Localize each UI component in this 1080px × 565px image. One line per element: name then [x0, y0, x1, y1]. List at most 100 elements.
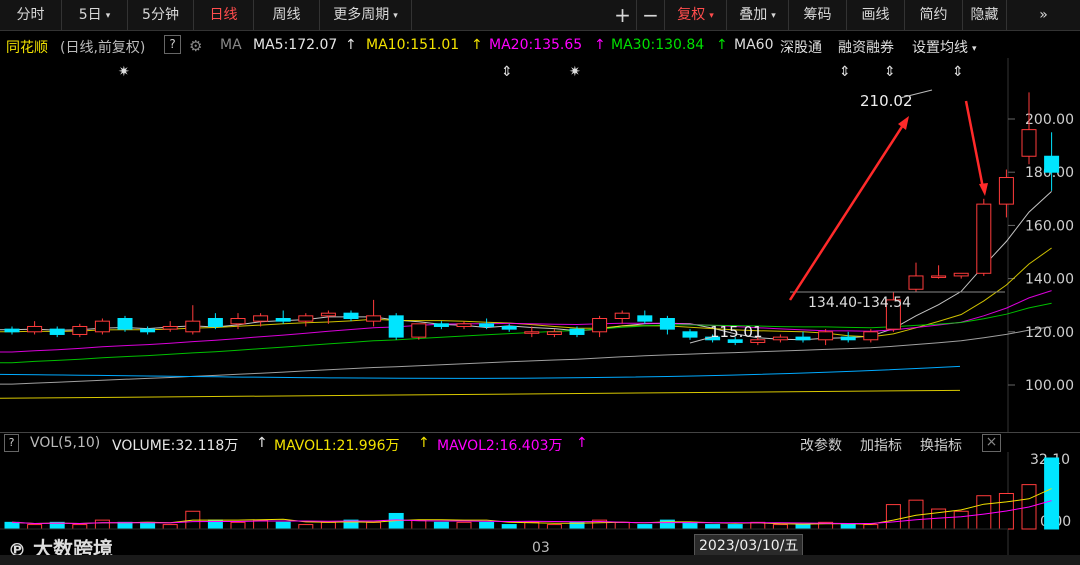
candle-body — [524, 331, 540, 334]
volume-bar — [94, 519, 110, 530]
ma-indicator-bar: 同花顺 (日线,前复权) ? ⚙ MA MA5:172.07 ↑ MA10:15… — [0, 33, 1080, 57]
volume-bar — [27, 524, 43, 530]
toolbar-button-2[interactable]: 复权 ▾ — [665, 0, 727, 30]
help-button[interactable]: ? — [164, 35, 181, 54]
tab-5[interactable]: 更多周期 ▾ — [320, 0, 412, 30]
tab-2[interactable]: 5分钟 — [128, 0, 194, 30]
volume-bar — [976, 495, 992, 530]
event-marker-icon: ⇕ — [952, 64, 964, 80]
settings-gear-icon[interactable]: ⚙ — [189, 37, 202, 55]
candle-body — [840, 336, 856, 341]
candle-body — [94, 320, 110, 333]
y-tick-label: 100.00 — [1025, 378, 1074, 394]
set-ma-button[interactable]: 设置均线 ▾ — [912, 37, 977, 57]
ma10-value: MA10:151.01 — [366, 37, 460, 53]
ma30-arrow-icon: ↑ — [716, 37, 728, 53]
trend-down-arrowhead — [979, 183, 988, 196]
candle-body — [140, 328, 156, 333]
candle-body — [1021, 129, 1037, 157]
candle-body — [908, 275, 924, 290]
toolbar-button-1[interactable]: − — [637, 0, 665, 30]
event-marker-icon: ⇕ — [839, 64, 851, 80]
volume-bar — [546, 524, 562, 530]
toolbar-button-7[interactable]: 隐藏 — [963, 0, 1007, 30]
volume-bar — [140, 521, 156, 530]
annotation-low-label: 115.01 — [710, 323, 763, 341]
candle-body — [818, 331, 834, 341]
candle-body — [546, 331, 562, 335]
volume-bar — [433, 521, 449, 530]
toolbar-button-3[interactable]: 叠加 ▾ — [727, 0, 789, 30]
candle-body — [117, 318, 133, 330]
candle-body — [682, 331, 698, 338]
candlestick-chart[interactable]: 200.00180.00160.00140.00120.00100.00210.… — [0, 58, 1080, 432]
candle-body — [501, 325, 517, 330]
volume-bar — [479, 521, 495, 530]
mavol1-arrow-icon: ↑ — [418, 435, 430, 451]
volume-help-button[interactable]: ? — [4, 434, 19, 452]
tab-0[interactable]: 分时 — [0, 0, 62, 30]
expand-icon[interactable]: » — [1007, 0, 1080, 30]
volume-bar — [795, 524, 811, 530]
ma5-arrow-icon: ↑ — [345, 37, 357, 53]
candle-body — [433, 323, 449, 327]
ma10-arrow-icon: ↑ — [471, 37, 483, 53]
candle-body — [253, 315, 269, 322]
toolbar-button-4[interactable]: 筹码 — [789, 0, 847, 30]
period-toolbar: 分时 5日 ▾ 5分钟 日线 周线 更多周期 ▾ + − 复权 ▾ 叠加 ▾ 筹码 画线 简约 隐藏» — [0, 0, 1080, 31]
dropdown-caret-icon: ▾ — [771, 11, 776, 21]
tab-3[interactable]: 日线 — [194, 0, 254, 30]
candle-body — [614, 312, 630, 319]
ma120-line — [0, 365, 961, 379]
volume-bar — [72, 524, 88, 530]
candle-body — [592, 318, 608, 333]
tab-4[interactable]: 周线 — [254, 0, 320, 30]
volume-arrow-icon: ↑ — [256, 435, 268, 451]
close-volume-icon[interactable]: × — [982, 434, 1001, 452]
ma30-value: MA30:130.84 — [611, 37, 705, 53]
volume-bar — [4, 521, 20, 530]
candle-body — [275, 318, 291, 322]
annotation-high-label: 210.02 — [860, 92, 913, 110]
candle-body — [366, 315, 382, 322]
toolbar-button-6[interactable]: 简约 — [905, 0, 963, 30]
candle-body — [49, 328, 65, 335]
ma-label: MA — [220, 37, 242, 53]
candle-body — [230, 318, 246, 325]
toolbar-button-5[interactable]: 画线 — [847, 0, 905, 30]
trend-up-arrowhead — [898, 116, 909, 130]
dropdown-caret-icon: ▾ — [709, 11, 714, 21]
volume-bar — [501, 524, 517, 530]
volume-bar — [162, 524, 178, 530]
volume-bar — [366, 521, 382, 530]
candle-body — [976, 203, 992, 274]
vol-label: VOL(5,10) — [30, 435, 101, 451]
tag-shengutong[interactable]: 深股通 — [780, 37, 822, 57]
candle-body — [863, 331, 879, 341]
volume-bar — [863, 524, 879, 530]
dropdown-caret-icon: ▾ — [105, 11, 111, 21]
toolbar-button-0[interactable]: + — [609, 0, 637, 30]
y-tick-label: 200.00 — [1025, 112, 1074, 128]
candle-body — [456, 323, 472, 327]
event-marker-icon: ✷ — [118, 64, 130, 80]
volume-bar — [953, 510, 969, 530]
y-tick-label: 140.00 — [1025, 272, 1074, 288]
mavol2-arrow-icon: ↑ — [576, 435, 588, 451]
event-marker-icon: ⇕ — [884, 64, 896, 80]
ma60-label: MA60 — [734, 37, 774, 53]
candle-body — [343, 312, 359, 319]
volume-bar — [840, 524, 856, 530]
candle-body — [998, 177, 1014, 205]
volume-bar — [117, 521, 133, 530]
volume-bar — [705, 524, 721, 530]
candle-body — [207, 318, 223, 327]
volume-bar — [298, 524, 314, 530]
candle-body — [27, 325, 43, 333]
tag-margin-trading[interactable]: 融资融券 — [838, 37, 894, 57]
chart-mode-label: (日线,前复权) — [60, 40, 146, 56]
candle-body — [411, 323, 427, 338]
event-marker-icon: ⇕ — [501, 64, 513, 80]
tab-1[interactable]: 5日 ▾ — [62, 0, 128, 30]
volume-bar — [411, 519, 427, 530]
